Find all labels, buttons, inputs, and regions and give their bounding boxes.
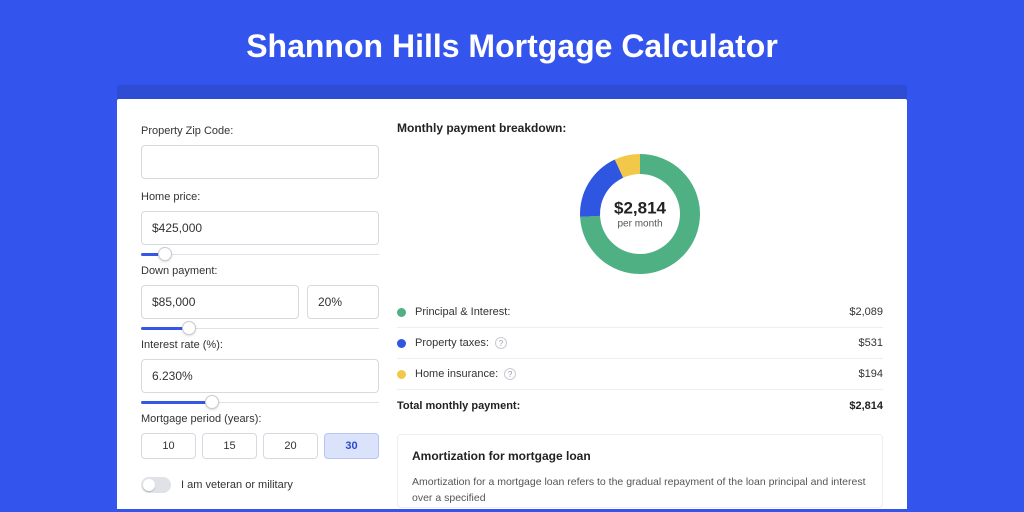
legend-row: Principal & Interest: $2,089 [397, 297, 883, 327]
home-price-slider[interactable] [141, 247, 379, 261]
legend-value: $194 [859, 368, 883, 380]
mortgage-period-group: 10152030 [141, 433, 379, 459]
interest-rate-label: Interest rate (%): [141, 339, 379, 351]
mortgage-period-label: Mortgage period (years): [141, 413, 379, 425]
legend-value: $531 [859, 337, 883, 349]
info-icon[interactable]: ? [504, 368, 516, 380]
zip-label: Property Zip Code: [141, 125, 379, 137]
amortization-title: Amortization for mortgage loan [412, 449, 868, 463]
period-option-15[interactable]: 15 [202, 433, 257, 459]
down-payment-slider[interactable] [141, 321, 379, 335]
legend-label: Property taxes: [415, 337, 489, 349]
info-icon[interactable]: ? [495, 337, 507, 349]
legend-dot-icon [397, 370, 406, 379]
legend-label: Principal & Interest: [415, 306, 510, 318]
donut-center-sub: per month [614, 219, 666, 230]
interest-rate-slider[interactable] [141, 395, 379, 409]
down-payment-label: Down payment: [141, 265, 379, 277]
veteran-toggle[interactable] [141, 477, 171, 493]
period-option-30[interactable]: 30 [324, 433, 379, 459]
total-label: Total monthly payment: [397, 400, 520, 412]
legend-value: $2,089 [849, 306, 883, 318]
donut-center-amount: $2,814 [614, 199, 666, 219]
legend-row: Home insurance:? $194 [397, 358, 883, 389]
card-backdrop: Property Zip Code: Home price: Down paym… [117, 85, 907, 509]
period-option-10[interactable]: 10 [141, 433, 196, 459]
home-price-label: Home price: [141, 191, 379, 203]
legend-label: Home insurance: [415, 368, 498, 380]
form-column: Property Zip Code: Home price: Down paym… [141, 121, 379, 509]
interest-rate-input[interactable] [141, 359, 379, 393]
period-option-20[interactable]: 20 [263, 433, 318, 459]
amortization-text: Amortization for a mortgage loan refers … [412, 475, 868, 507]
total-value: $2,814 [849, 400, 883, 412]
breakdown-column: Monthly payment breakdown: $2,814 per mo… [397, 121, 883, 509]
veteran-label: I am veteran or military [181, 479, 293, 491]
zip-input[interactable] [141, 145, 379, 179]
home-price-input[interactable] [141, 211, 379, 245]
legend-dot-icon [397, 308, 406, 317]
slider-thumb[interactable] [182, 321, 196, 335]
slider-thumb[interactable] [158, 247, 172, 261]
payment-donut-chart: $2,814 per month [575, 149, 705, 279]
down-payment-pct-input[interactable] [307, 285, 379, 319]
page-title: Shannon Hills Mortgage Calculator [0, 0, 1024, 85]
breakdown-title: Monthly payment breakdown: [397, 121, 883, 135]
legend-dot-icon [397, 339, 406, 348]
slider-thumb[interactable] [205, 395, 219, 409]
calculator-card: Property Zip Code: Home price: Down paym… [117, 99, 907, 509]
amortization-card: Amortization for mortgage loan Amortizat… [397, 434, 883, 508]
legend-row: Property taxes:? $531 [397, 327, 883, 358]
down-payment-amount-input[interactable] [141, 285, 299, 319]
